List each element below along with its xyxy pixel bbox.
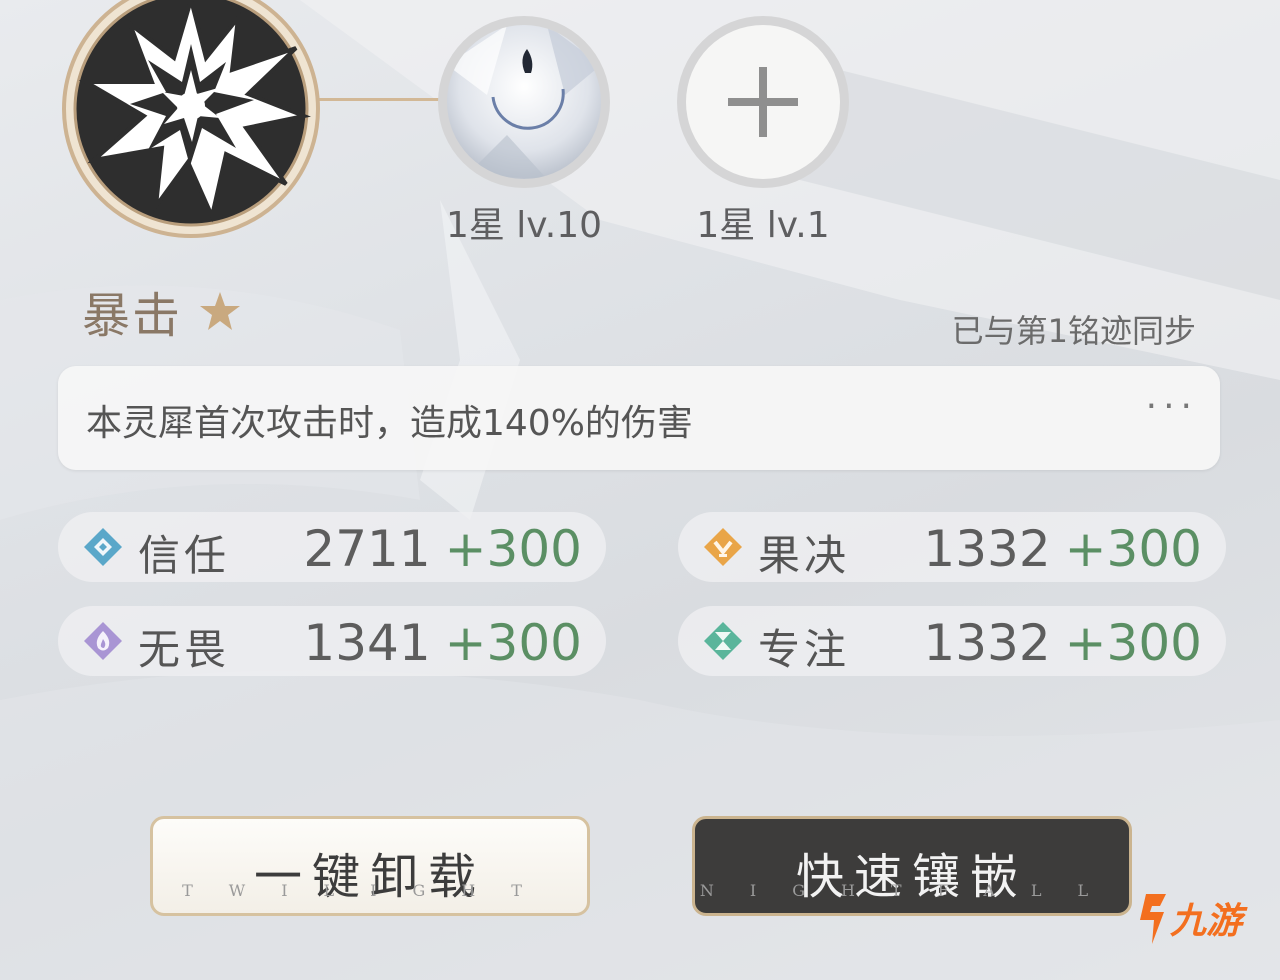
unequip-all-sublabel: TWILIGHT [182, 881, 558, 900]
trust-diamond-icon [84, 528, 122, 566]
unequip-all-button[interactable]: 一键卸载 TWILIGHT [150, 816, 590, 916]
focus-diamond-icon [704, 622, 742, 660]
stat-fearless: 无畏 1341 +300 [58, 606, 606, 676]
watermark-logo-icon [1140, 894, 1166, 944]
sync-status: 已与第1铭迹同步 [951, 312, 1196, 350]
stat-bonus-value: +300 [444, 520, 582, 578]
stat-name: 专注 [758, 625, 851, 674]
stat-name: 信任 [138, 531, 231, 580]
stat-bonus-value: +300 [1064, 614, 1202, 672]
stat-trust: 信任 2711 +300 [58, 512, 606, 582]
inscription-slot-2[interactable] [677, 16, 849, 188]
inscription-slot-1[interactable] [438, 16, 610, 188]
stat-base-value: 1332 [923, 614, 1051, 672]
stat-base-value: 1341 [303, 614, 431, 672]
star-icon [200, 292, 240, 330]
slot-2-label: 1星 lv.1 [696, 205, 830, 246]
stat-base-value: 1332 [923, 520, 1051, 578]
stat-name: 无畏 [138, 625, 231, 674]
stat-base-value: 2711 [303, 520, 431, 578]
plus-icon [728, 67, 798, 137]
quick-inlay-button[interactable]: 快速镶嵌 NIGHTFALL [692, 816, 1132, 916]
stat-focus: 专注 1332 +300 [678, 606, 1226, 676]
stat-resolve: 果决 1332 +300 [678, 512, 1226, 582]
description-text: 本灵犀首次攻击时，造成140%的伤害 [86, 403, 693, 444]
stat-name: 果决 [758, 531, 851, 580]
skill-title: 暴击 [82, 288, 183, 344]
description-box: 本灵犀首次攻击时，造成140%的伤害 ··· [58, 366, 1220, 470]
resolve-diamond-icon [704, 528, 742, 566]
burst-explosion-icon[interactable] [60, 0, 322, 240]
slot-1-label: 1星 lv.10 [445, 205, 603, 246]
stat-bonus-value: +300 [1064, 520, 1202, 578]
slot-connector-line [318, 98, 442, 101]
site-watermark: 九游 [1132, 890, 1252, 950]
fearless-diamond-icon [84, 622, 122, 660]
more-button[interactable]: ··· [1146, 386, 1198, 427]
stat-bonus-value: +300 [444, 614, 582, 672]
watermark-text: 九游 [1170, 901, 1243, 942]
quick-inlay-sublabel: NIGHTFALL [699, 881, 1125, 900]
crescent-moon-icon [447, 25, 601, 179]
